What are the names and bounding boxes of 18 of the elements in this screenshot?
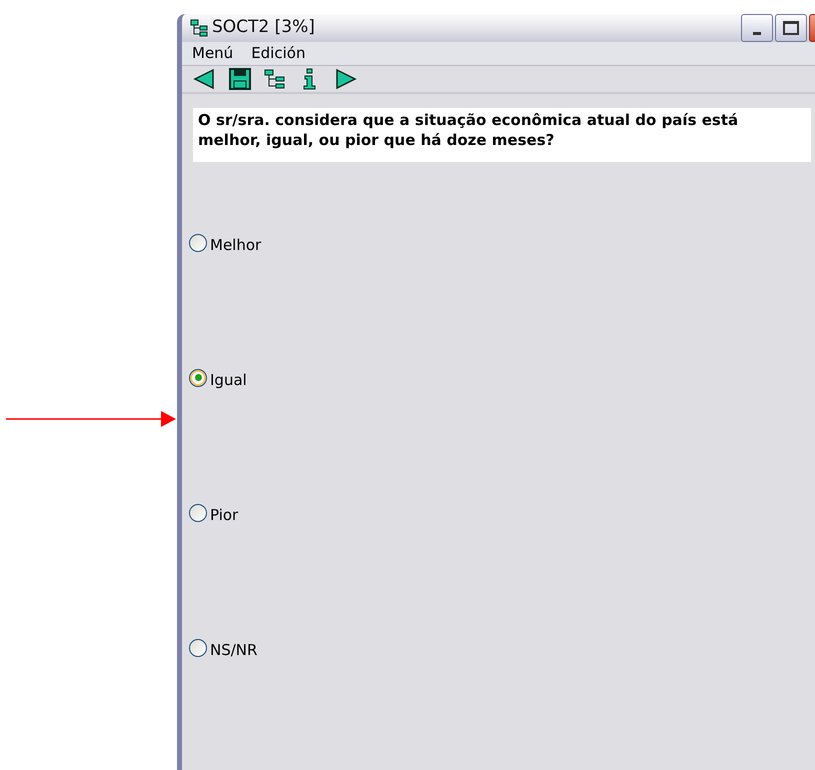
option-label[interactable]: Melhor bbox=[210, 234, 262, 256]
radio-button[interactable] bbox=[189, 638, 207, 656]
maximize-button[interactable] bbox=[775, 14, 807, 42]
menu-item[interactable]: Menú bbox=[192, 42, 234, 64]
question-text: O sr/sra. considera que a situação econômica atual do país está melhor, igual, ou pior que há doze meses? bbox=[193, 108, 811, 162]
option-label[interactable]: NS/NR bbox=[210, 638, 258, 661]
tree-icon[interactable] bbox=[263, 66, 287, 90]
menu-item[interactable]: Edición bbox=[251, 42, 306, 64]
minimize-button[interactable] bbox=[741, 14, 773, 42]
option-label[interactable]: Pior bbox=[210, 504, 238, 526]
radio-button[interactable] bbox=[189, 504, 207, 522]
save-icon[interactable] bbox=[228, 66, 252, 90]
radio-button[interactable] bbox=[189, 234, 207, 252]
arrow-icon bbox=[6, 409, 176, 429]
option-label[interactable]: Igual bbox=[210, 368, 247, 391]
window-title: SOCT2 [3%] bbox=[212, 16, 315, 40]
tree-icon bbox=[190, 19, 208, 37]
radio-button[interactable] bbox=[189, 368, 207, 386]
